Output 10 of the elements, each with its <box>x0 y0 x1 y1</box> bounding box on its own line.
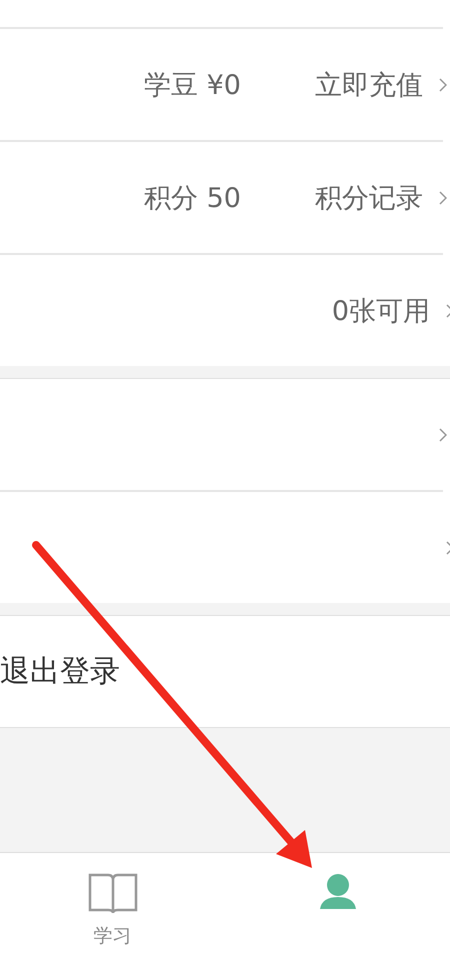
book-icon[interactable] <box>88 873 138 915</box>
person-icon[interactable] <box>318 873 358 909</box>
row-action[interactable]: 积分记录 <box>315 180 423 216</box>
menu-row[interactable]: 退出登录 <box>0 616 450 727</box>
row-action[interactable]: 立即充值 <box>315 66 423 102</box>
row-value: 积分 50 <box>144 182 241 216</box>
tab-label[interactable]: 学习 <box>94 923 132 949</box>
logout-label[interactable]: 退出登录 <box>0 651 120 692</box>
row-value: 学豆 ¥0 <box>144 68 241 102</box>
row-action[interactable]: 0张可用 <box>332 292 430 328</box>
